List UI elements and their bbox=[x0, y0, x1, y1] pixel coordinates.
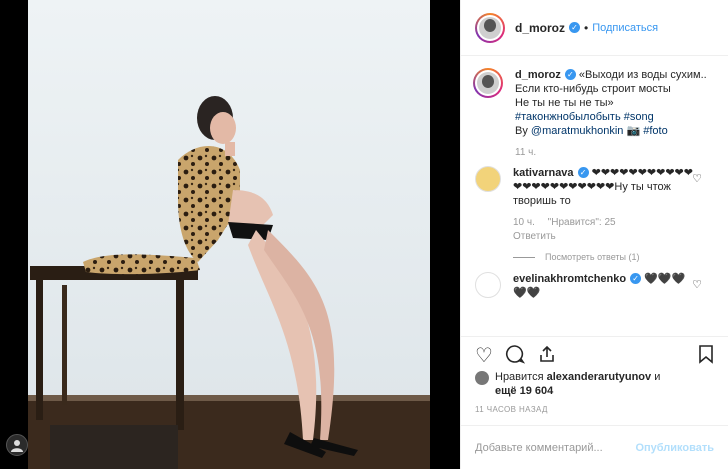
caption-time[interactable]: 11 ч. bbox=[515, 147, 536, 158]
publish-button[interactable]: Опубликовать bbox=[635, 442, 714, 454]
post-timestamp[interactable]: 11 ЧАСОВ НАЗАД bbox=[475, 405, 548, 414]
foto-hashtag[interactable]: #foto bbox=[643, 125, 667, 137]
comment-item: evelinakhromtchenko ✓ 🖤🖤🖤🖤🖤 ♡ bbox=[473, 272, 716, 300]
caption-hashtags[interactable]: #таконжнобылобыть #song bbox=[515, 111, 654, 123]
caption-line-3: Не ты не ты не ты» bbox=[515, 97, 614, 109]
comment-username[interactable]: evelinakhromtchenko bbox=[513, 273, 626, 285]
comments-list[interactable]: d_moroz ✓ «Выходи из воды сухим.. Если кт… bbox=[461, 62, 728, 335]
caption-line-1: «Выходи из воды сухим.. bbox=[578, 69, 707, 81]
caption-by: By bbox=[515, 125, 528, 137]
comment-icon[interactable] bbox=[505, 344, 525, 368]
commenter-avatar[interactable] bbox=[475, 166, 501, 192]
liker-avatar bbox=[475, 371, 489, 385]
add-comment-bar: Опубликовать bbox=[461, 425, 728, 469]
backdrop-left bbox=[0, 0, 28, 469]
caption-item: d_moroz ✓ «Выходи из воды сухим.. Если кт… bbox=[473, 68, 716, 160]
author-username[interactable]: d_moroz bbox=[515, 21, 565, 35]
comment-likes[interactable]: "Нравится": 25 bbox=[548, 217, 616, 228]
post-side-panel: d_moroz ✓ • Подписаться d_moroz ✓ «Выходи… bbox=[460, 0, 728, 469]
post-actions-bar: ♡ bbox=[461, 336, 728, 374]
caption-username[interactable]: d_moroz bbox=[515, 69, 561, 81]
comment-time[interactable]: 10 ч. bbox=[513, 217, 535, 228]
follow-button[interactable]: Подписаться bbox=[592, 22, 658, 34]
comment-input[interactable] bbox=[475, 441, 636, 454]
separator-dot: • bbox=[584, 20, 589, 35]
heart-icon[interactable]: ♡ bbox=[475, 346, 493, 366]
likes-and: и bbox=[654, 371, 661, 383]
likes-count[interactable]: ещё 19 604 bbox=[495, 385, 553, 397]
post-header: d_moroz ✓ • Подписаться bbox=[461, 0, 728, 56]
viewer-avatar-icon[interactable] bbox=[6, 434, 28, 456]
comment-like-heart-icon[interactable]: ♡ bbox=[692, 172, 702, 185]
verified-icon: ✓ bbox=[564, 69, 576, 80]
backdrop-right bbox=[430, 0, 460, 469]
share-icon[interactable] bbox=[537, 344, 557, 368]
photographer-link[interactable]: @maratmukhonkin bbox=[531, 125, 623, 137]
verified-icon: ✓ bbox=[577, 167, 589, 178]
bookmark-icon[interactable] bbox=[698, 344, 714, 368]
photo-illustration bbox=[28, 0, 430, 469]
camera-emoji-icon: 📷 bbox=[626, 125, 641, 137]
caption-avatar[interactable] bbox=[473, 68, 503, 98]
comment-like-heart-icon[interactable]: ♡ bbox=[692, 278, 702, 291]
verified-icon: ✓ bbox=[569, 22, 581, 33]
caption-line-2: Если кто-нибудь строит мосты bbox=[515, 83, 671, 95]
avatar-icon bbox=[479, 16, 501, 39]
avatar-icon bbox=[477, 72, 499, 94]
likes-prefix: Нравится bbox=[495, 371, 544, 383]
commenter-avatar[interactable] bbox=[475, 272, 501, 298]
view-replies-button[interactable]: Посмотреть ответы (1) bbox=[513, 252, 716, 262]
likes-summary[interactable]: Нравится alexanderarutyunov и ещё 19 604 bbox=[475, 370, 714, 398]
reply-button[interactable]: Ответить bbox=[513, 231, 556, 242]
author-avatar[interactable] bbox=[475, 12, 505, 43]
liker-username[interactable]: alexanderarutyunov bbox=[547, 371, 652, 383]
comment-item: kativarnava ✓ ❤❤❤❤❤❤❤❤❤❤❤❤❤❤❤❤❤❤❤❤❤❤Ну ты… bbox=[473, 166, 716, 244]
instagram-post-view: d_moroz ✓ • Подписаться d_moroz ✓ «Выходи… bbox=[0, 0, 728, 469]
verified-icon: ✓ bbox=[630, 273, 642, 284]
comment-username[interactable]: kativarnava bbox=[513, 167, 574, 179]
post-photo[interactable] bbox=[28, 0, 430, 469]
